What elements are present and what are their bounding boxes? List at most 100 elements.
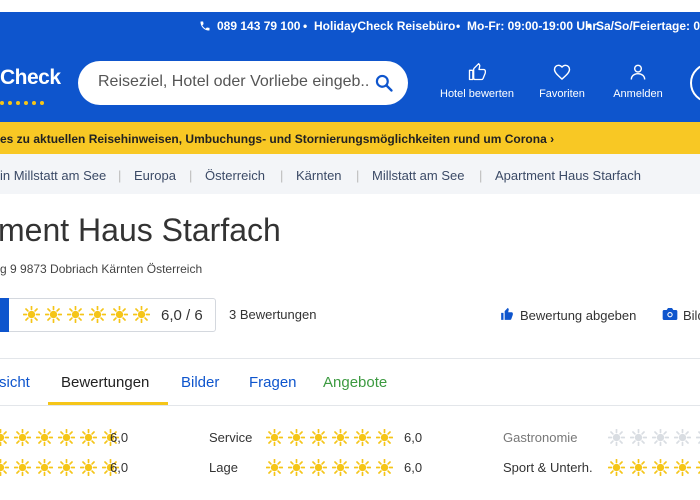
- tab-reviews[interactable]: Bewertungen: [61, 374, 149, 391]
- sun-icon: [58, 459, 75, 477]
- tab-offers[interactable]: Angebote: [323, 374, 387, 391]
- breadcrumb-separator: |: [280, 168, 284, 183]
- sun-icon: [674, 429, 691, 447]
- sun-icon: [354, 459, 371, 477]
- sun-icon: [310, 459, 327, 477]
- subrating-suns: [266, 429, 398, 447]
- subrating-label-sport: Sport & Unterh.: [503, 460, 593, 475]
- sun-icon: [630, 429, 647, 447]
- sun-icon: [80, 429, 97, 447]
- separator-dot: •: [456, 19, 461, 33]
- sun-icon: [332, 429, 349, 447]
- subrating-label-service: Service: [209, 430, 253, 445]
- subrating-suns: [608, 459, 700, 477]
- hotel-address[interactable]: g 9 9873 Dobriach Kärnten Österreich: [0, 262, 202, 276]
- subrating-suns: [0, 459, 124, 477]
- corona-info-banner[interactable]: es zu aktuellen Reisehinweisen, Umbuchun…: [0, 122, 700, 154]
- hours-weekend: Sa/So/Feiertage: 09:00-: [596, 19, 700, 33]
- breadcrumb-item[interactable]: Millstatt am See: [372, 168, 464, 183]
- subrating-value: 6,0: [404, 430, 423, 445]
- tab-questions[interactable]: Fragen: [249, 374, 297, 391]
- sun-icon: [288, 429, 305, 447]
- reviews-count-link[interactable]: 3 Bewertungen: [229, 307, 316, 322]
- breadcrumb-separator: |: [479, 168, 483, 183]
- phone-number[interactable]: 089 143 79 100: [217, 19, 300, 33]
- sun-icon: [310, 429, 327, 447]
- rating-value: 6,0 / 6: [161, 307, 203, 324]
- sun-icon: [376, 459, 393, 477]
- nav-favorites-label: Favoriten: [539, 88, 585, 100]
- sun-icon: [608, 429, 625, 447]
- sun-icon: [266, 459, 283, 477]
- sun-icon: [608, 459, 625, 477]
- search-icon[interactable]: [374, 73, 394, 93]
- search-box[interactable]: [78, 61, 408, 105]
- section-divider: [0, 358, 700, 359]
- sun-icon: [0, 459, 9, 477]
- sun-icon: [376, 429, 393, 447]
- nav-login[interactable]: Anmelden: [608, 62, 668, 100]
- sun-icon: [288, 459, 305, 477]
- sun-icon: [14, 459, 31, 477]
- camera-icon: [662, 308, 678, 320]
- separator-dot: •: [303, 19, 308, 33]
- rating-badge: [0, 298, 9, 332]
- subrating-suns: [266, 459, 398, 477]
- breadcrumb-item[interactable]: Österreich: [205, 168, 265, 183]
- sun-icon: [111, 306, 128, 324]
- breadcrumb-separator: |: [356, 168, 360, 183]
- hotel-title: ment Haus Starfach: [0, 212, 281, 248]
- give-review-label: Bewertung abgeben: [520, 308, 637, 323]
- subrating-label-gastronomy: Gastronomie: [503, 430, 578, 445]
- sun-icon: [630, 459, 647, 477]
- account-circle-button[interactable]: [690, 63, 700, 103]
- overall-rating-box[interactable]: 6,0 / 6: [0, 298, 216, 332]
- corona-banner-text: es zu aktuellen Reisehinweisen, Umbuchun…: [0, 132, 555, 146]
- sun-icon: [696, 461, 700, 475]
- breadcrumb-separator: |: [118, 168, 122, 183]
- hours-weekday: Mo-Fr: 09:00-19:00 Uhr: [467, 19, 598, 33]
- sun-icon: [696, 431, 700, 445]
- sun-icon: [36, 429, 53, 447]
- sun-icon: [45, 306, 62, 324]
- nav-rate-hotel[interactable]: Hotel bewerten: [436, 62, 518, 100]
- sun-icon: [89, 306, 106, 324]
- sun-icon: [652, 459, 669, 477]
- nav-rate-hotel-label: Hotel bewerten: [440, 88, 514, 100]
- subrating-value: 6,0: [110, 460, 129, 475]
- sun-icon: [67, 306, 84, 324]
- top-whitespace: [0, 0, 700, 12]
- sun-icon: [266, 429, 283, 447]
- search-input[interactable]: [98, 73, 368, 91]
- breadcrumb: in Millstatt am See | Europa | Österreic…: [0, 154, 700, 194]
- contact-info-bar: 089 143 79 100 • HolidayCheck Reisebüro …: [0, 12, 700, 40]
- phone-icon: [200, 21, 210, 31]
- tab-pictures[interactable]: Bilder: [181, 374, 219, 391]
- sun-icon: [674, 459, 691, 477]
- breadcrumb-separator: |: [189, 168, 193, 183]
- sun-icon: [332, 459, 349, 477]
- upload-photos-label: Bild: [683, 308, 700, 323]
- sun-icon: [80, 459, 97, 477]
- separator-dot: •: [587, 19, 592, 33]
- tab-overview[interactable]: rsicht: [0, 374, 30, 391]
- sun-icon: [133, 306, 150, 324]
- sun-icon: [58, 429, 75, 447]
- logo-sun-dots: [0, 92, 50, 105]
- user-icon: [630, 64, 646, 80]
- nav-favorites[interactable]: Favoriten: [530, 62, 594, 100]
- subrating-suns: [0, 429, 124, 447]
- subrating-value: 6,0: [110, 430, 129, 445]
- thumbs-up-icon: [501, 307, 513, 320]
- heart-icon: [553, 64, 571, 81]
- logo[interactable]: Check: [0, 66, 61, 90]
- agency-name: HolidayCheck Reisebüro: [314, 19, 456, 33]
- tabs-divider: [0, 405, 700, 406]
- breadcrumb-item[interactable]: in Millstatt am See: [0, 168, 106, 183]
- breadcrumb-item[interactable]: Europa: [134, 168, 176, 183]
- sun-icon: [36, 459, 53, 477]
- sun-icon: [652, 429, 669, 447]
- sun-icon: [0, 429, 9, 447]
- breadcrumb-item[interactable]: Kärnten: [296, 168, 342, 183]
- rating-suns: [23, 306, 155, 324]
